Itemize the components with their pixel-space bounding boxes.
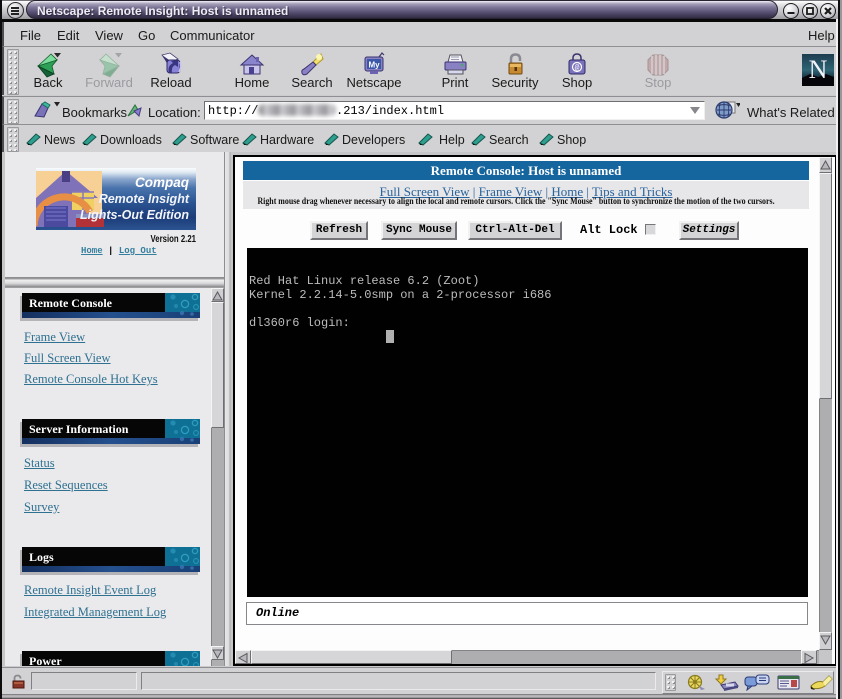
svg-text:My: My	[368, 61, 380, 70]
svg-text:Compaq: Compaq	[135, 175, 190, 190]
svg-text:@: @	[575, 64, 580, 73]
svg-text:Remote Insight: Remote Insight	[99, 192, 190, 206]
svg-text:Lights-Out Edition: Lights-Out Edition	[80, 208, 189, 222]
svg-text:N: N	[809, 55, 828, 84]
